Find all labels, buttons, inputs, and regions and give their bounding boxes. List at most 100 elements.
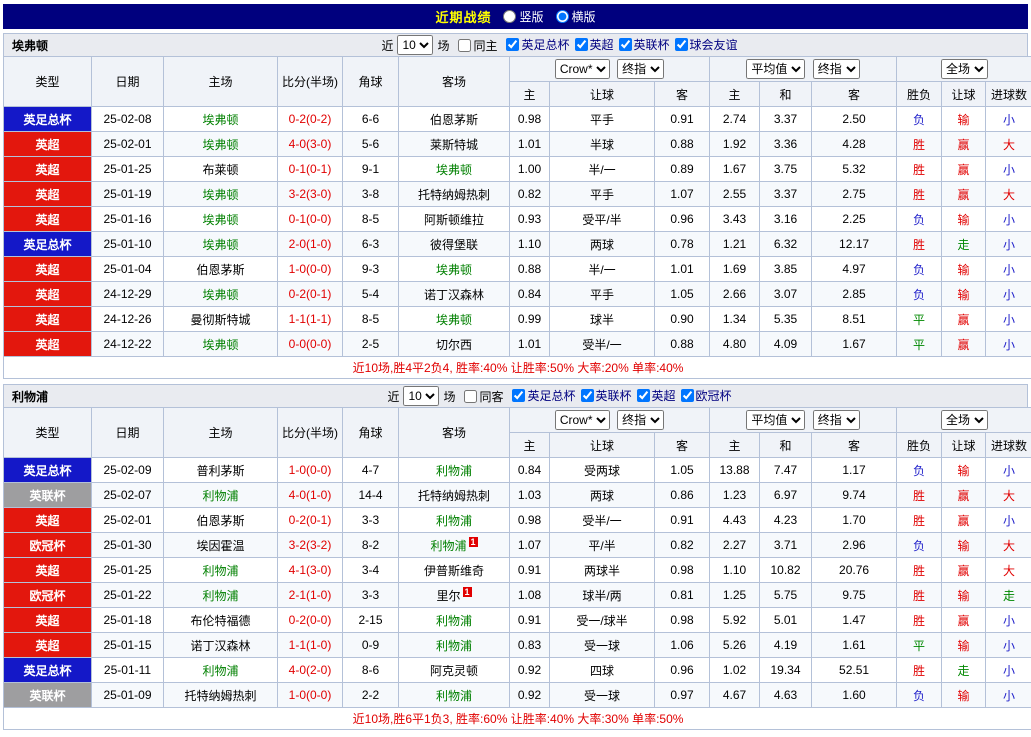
match-score[interactable]: 0-2(0-0) <box>277 607 343 633</box>
home-team[interactable]: 埃弗顿 <box>163 281 278 307</box>
away-team[interactable]: 利物浦 <box>398 507 510 533</box>
away-team[interactable]: 伯恩茅斯 <box>398 106 510 132</box>
home-team[interactable]: 埃弗顿 <box>163 131 278 157</box>
average-odds-time-select[interactable]: 终指 <box>812 410 860 430</box>
match-score[interactable]: 0-2(0-1) <box>277 281 343 307</box>
away-team[interactable]: 里尔 1 <box>398 582 510 608</box>
away-team[interactable]: 利物浦 1 <box>398 532 510 558</box>
match-score[interactable]: 3-2(3-2) <box>277 532 343 558</box>
away-team[interactable]: 埃弗顿 <box>398 156 510 182</box>
layout-radio-vertical-input[interactable] <box>503 10 517 23</box>
home-team[interactable]: 利物浦 <box>163 482 278 508</box>
match-score[interactable]: 1-0(0-0) <box>277 682 343 708</box>
layout-radio-horizontal[interactable]: 横版 <box>555 8 596 25</box>
league-filter[interactable]: 英超 <box>570 36 614 53</box>
league-filter[interactable]: 英超 <box>632 387 676 404</box>
home-team[interactable]: 伯恩茅斯 <box>163 256 278 282</box>
home-team[interactable]: 诺丁汉森林 <box>163 632 278 658</box>
match-score[interactable]: 4-0(3-0) <box>277 131 343 157</box>
same-venue-filter[interactable]: 同主 <box>453 37 497 54</box>
league-filter-checkbox[interactable] <box>512 389 526 402</box>
league-filter[interactable]: 英联杯 <box>576 387 632 404</box>
league-filter[interactable]: 英足总杯 <box>507 387 576 404</box>
match-score[interactable]: 1-1(1-0) <box>277 632 343 658</box>
away-team[interactable]: 莱斯特城 <box>398 131 510 157</box>
bookmaker-select[interactable]: Crow* <box>554 59 610 79</box>
match-score[interactable]: 4-0(2-0) <box>277 657 343 683</box>
team-name-text: 埃弗顿 <box>202 112 239 127</box>
away-team[interactable]: 诺丁汉森林 <box>398 281 510 307</box>
away-team[interactable]: 伊普斯维奇 <box>398 557 510 583</box>
away-team[interactable]: 彼得堡联 <box>398 231 510 257</box>
match-score[interactable]: 4-0(1-0) <box>277 482 343 508</box>
handicap-odds-time-select[interactable]: 终指 <box>617 410 665 430</box>
league-filter[interactable]: 球会友谊 <box>670 36 738 53</box>
same-venue-filter[interactable]: 同客 <box>459 388 503 405</box>
home-team[interactable]: 托特纳姆热刺 <box>163 682 278 708</box>
match-scope-select[interactable]: 全场 <box>941 59 989 79</box>
match-score[interactable]: 0-0(0-0) <box>277 331 343 357</box>
layout-radio-horizontal-input[interactable] <box>555 10 569 23</box>
match-row: 英超 25-01-16 埃弗顿 0-1(0-0) 8-5 阿斯顿维拉 0.93 … <box>3 206 1031 232</box>
league-filter-checkbox[interactable] <box>674 38 688 51</box>
league-filter-checkbox[interactable] <box>618 38 632 51</box>
layout-radio-vertical[interactable]: 竖版 <box>503 8 544 25</box>
home-team[interactable]: 布莱顿 <box>163 156 278 182</box>
bookmaker-select[interactable]: Crow* <box>554 410 610 430</box>
match-score[interactable]: 1-0(0-0) <box>277 256 343 282</box>
recent-count-select[interactable]: 10 <box>403 386 440 406</box>
home-team[interactable]: 普利茅斯 <box>163 457 278 483</box>
away-team[interactable]: 利物浦 <box>398 632 510 658</box>
home-team[interactable]: 埃弗顿 <box>163 206 278 232</box>
average-odds-time-select[interactable]: 终指 <box>812 59 860 79</box>
match-score[interactable]: 4-1(3-0) <box>277 557 343 583</box>
avg-odds-home-value: 1.92 <box>709 131 761 157</box>
league-filter[interactable]: 英足总杯 <box>501 36 570 53</box>
away-team[interactable]: 托特纳姆热刺 <box>398 181 510 207</box>
home-team[interactable]: 埃因霍温 <box>163 532 278 558</box>
away-team[interactable]: 埃弗顿 <box>398 306 510 332</box>
home-team[interactable]: 埃弗顿 <box>163 331 278 357</box>
league-filter-checkbox[interactable] <box>680 389 694 402</box>
home-team[interactable]: 埃弗顿 <box>163 231 278 257</box>
away-team[interactable]: 埃弗顿 <box>398 256 510 282</box>
home-team[interactable]: 利物浦 <box>163 582 278 608</box>
same-venue-checkbox[interactable] <box>458 38 472 52</box>
match-score[interactable]: 0-1(0-0) <box>277 206 343 232</box>
away-team[interactable]: 阿克灵顿 <box>398 657 510 683</box>
away-team[interactable]: 托特纳姆热刺 <box>398 482 510 508</box>
match-score[interactable]: 0-2(0-1) <box>277 507 343 533</box>
league-filter-checkbox[interactable] <box>580 389 594 402</box>
recent-count-select[interactable]: 10 <box>397 35 434 55</box>
home-team[interactable]: 利物浦 <box>163 657 278 683</box>
home-team[interactable]: 伯恩茅斯 <box>163 507 278 533</box>
away-team[interactable]: 利物浦 <box>398 607 510 633</box>
col-header-away: 客场 <box>398 56 510 107</box>
away-team[interactable]: 阿斯顿维拉 <box>398 206 510 232</box>
match-scope-select[interactable]: 全场 <box>941 410 989 430</box>
handicap-odds-time-select[interactable]: 终指 <box>617 59 665 79</box>
home-team[interactable]: 布伦特福德 <box>163 607 278 633</box>
average-odds-select[interactable]: 平均值 <box>746 59 806 79</box>
league-filter[interactable]: 欧冠杯 <box>676 387 732 404</box>
match-score[interactable]: 2-0(1-0) <box>277 231 343 257</box>
match-score[interactable]: 0-1(0-1) <box>277 156 343 182</box>
match-score[interactable]: 0-2(0-2) <box>277 106 343 132</box>
match-score[interactable]: 2-1(1-0) <box>277 582 343 608</box>
average-odds-select[interactable]: 平均值 <box>746 410 806 430</box>
league-filter-checkbox[interactable] <box>636 389 650 402</box>
away-team[interactable]: 利物浦 <box>398 457 510 483</box>
league-filter-checkbox[interactable] <box>574 38 588 51</box>
same-venue-checkbox[interactable] <box>464 389 478 403</box>
away-team[interactable]: 切尔西 <box>398 331 510 357</box>
home-team[interactable]: 曼彻斯特城 <box>163 306 278 332</box>
home-team[interactable]: 埃弗顿 <box>163 181 278 207</box>
league-filter-checkbox[interactable] <box>506 38 520 51</box>
match-score[interactable]: 3-2(3-0) <box>277 181 343 207</box>
home-team[interactable]: 利物浦 <box>163 557 278 583</box>
league-filter[interactable]: 英联杯 <box>614 36 670 53</box>
match-score[interactable]: 1-1(1-1) <box>277 306 343 332</box>
away-team[interactable]: 利物浦 <box>398 682 510 708</box>
match-score[interactable]: 1-0(0-0) <box>277 457 343 483</box>
home-team[interactable]: 埃弗顿 <box>163 106 278 132</box>
